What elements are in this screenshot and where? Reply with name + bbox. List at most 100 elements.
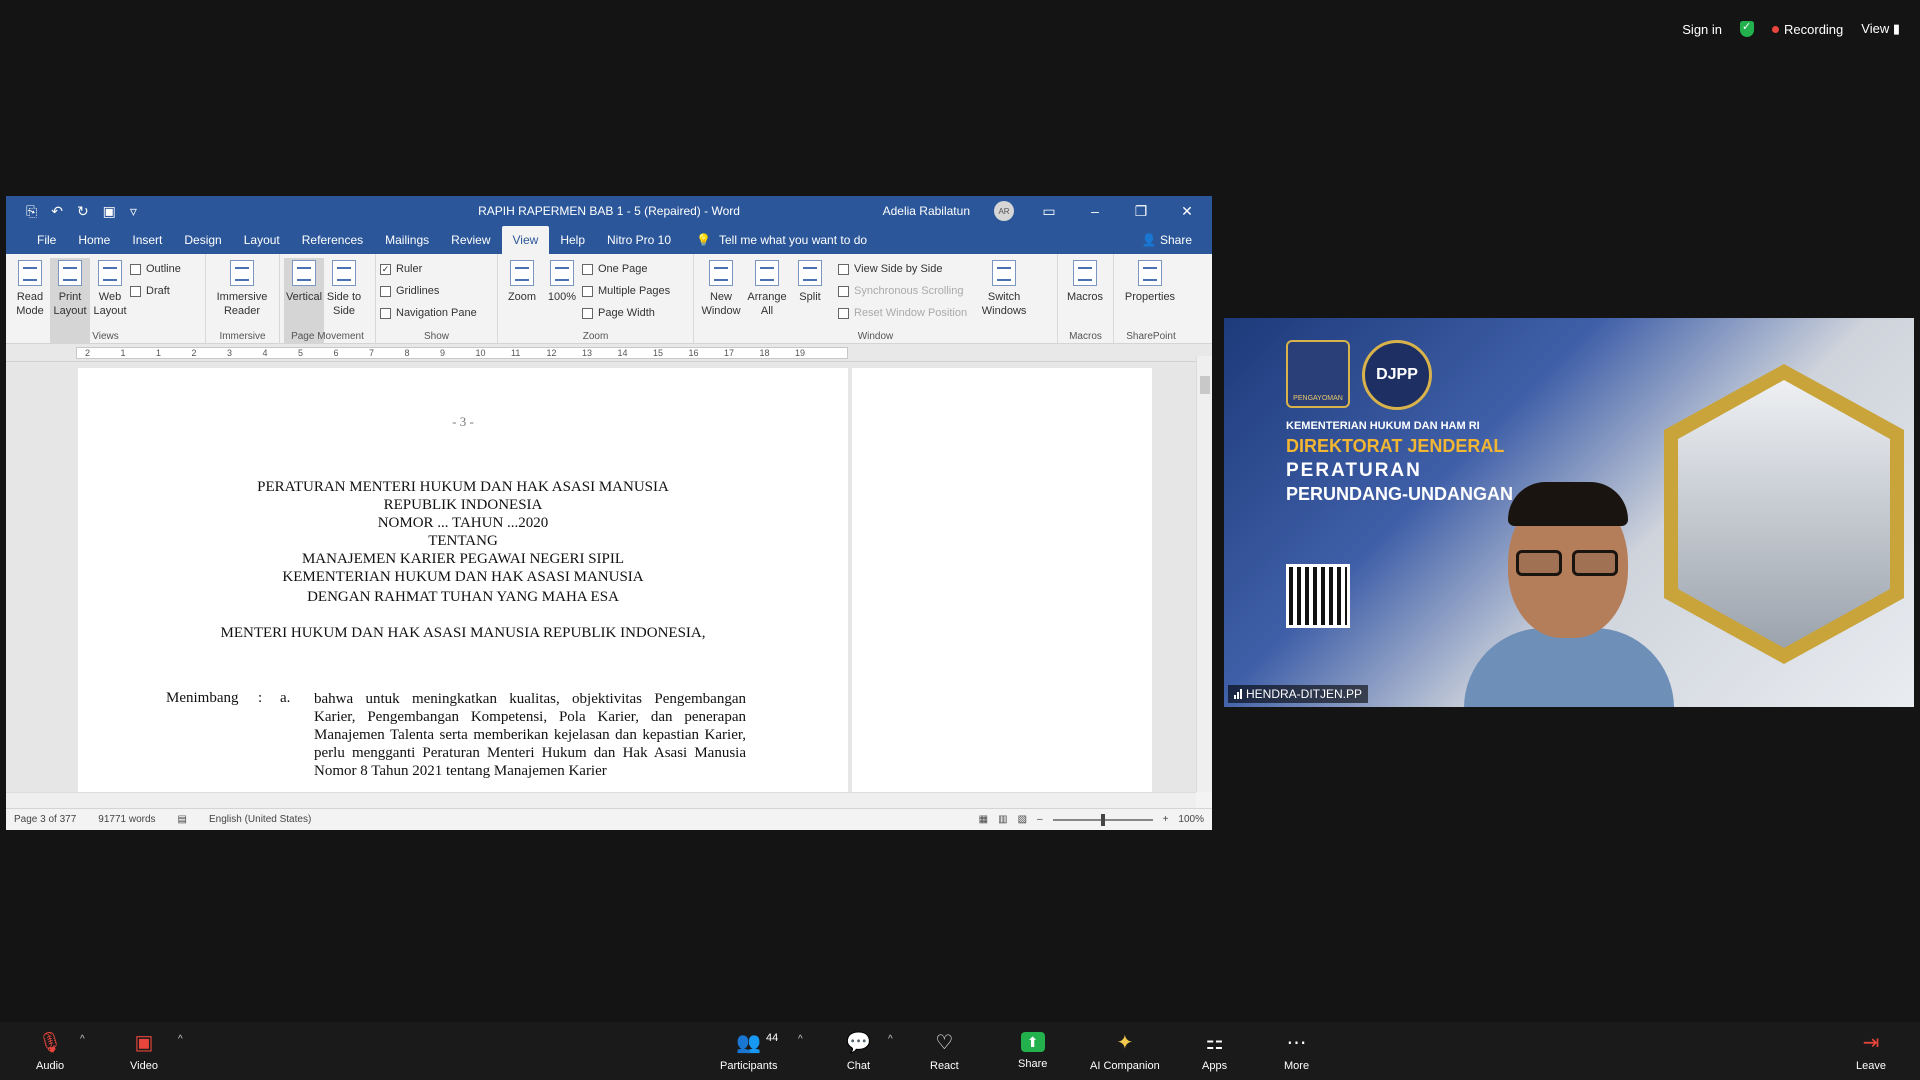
ai-companion-button[interactable]: ✦ AI Companion <box>1090 1032 1160 1072</box>
share-screen-label: Share <box>1018 1058 1048 1070</box>
zoom-label: Zoom <box>507 291 537 303</box>
video-options-chevron-icon[interactable]: ^ <box>178 1034 183 1045</box>
tab-mailings[interactable]: Mailings <box>374 226 440 254</box>
user-name[interactable]: Adelia Rabilatun <box>883 204 970 218</box>
word-count[interactable]: 91771 words <box>98 814 155 825</box>
horizontal-ruler[interactable]: 2 1 1 2 3 4 5 6 7 8 9 10 11 12 13 14 15 16 17 18 19 <box>6 344 1212 362</box>
tab-insert[interactable]: Insert <box>121 226 173 254</box>
ribbon-display-icon[interactable]: ▭ <box>1038 203 1060 220</box>
proofing-icon[interactable]: ▤ <box>178 814 187 825</box>
participants-chevron-icon[interactable]: ^ <box>798 1034 803 1045</box>
tab-references[interactable]: References <box>291 226 374 254</box>
customize-qat-icon[interactable]: ▿ <box>130 203 137 220</box>
page-width-button[interactable]: Page Width <box>582 305 670 321</box>
horizontal-scrollbar[interactable] <box>6 792 1196 808</box>
synchronous-scrolling-button[interactable]: Synchronous Scrolling <box>838 283 967 299</box>
draft-button[interactable]: Draft <box>130 283 181 299</box>
audio-button[interactable]: 🎙 Audio <box>36 1032 64 1072</box>
view-side-by-side-button[interactable]: View Side by Side <box>838 261 967 277</box>
new-window-icon <box>709 260 733 286</box>
ruler-number: 10 <box>475 348 486 358</box>
regulation-heading: PERATURAN MENTERI HUKUM DAN HAK ASASI MA… <box>78 478 848 586</box>
multiple-pages-button[interactable]: Multiple Pages <box>582 283 670 299</box>
navigation-pane-checkbox[interactable]: Navigation Pane <box>380 305 477 321</box>
next-page-preview <box>852 368 1152 792</box>
web-layout-view-icon[interactable]: ▧ <box>1018 814 1027 825</box>
language[interactable]: English (United States) <box>209 814 311 825</box>
person-body <box>1464 628 1674 707</box>
restore-icon[interactable]: ❐ <box>1130 203 1152 220</box>
heart-icon: ♡ <box>935 1032 954 1054</box>
zoom-slider[interactable] <box>1052 813 1153 826</box>
zoom-percent[interactable]: 100% <box>1178 814 1204 825</box>
person-hair <box>1508 482 1628 526</box>
gridlines-checkbox[interactable]: Gridlines <box>380 283 477 299</box>
ruler-number: 2 <box>191 348 197 358</box>
minimize-icon[interactable]: – <box>1084 203 1106 219</box>
word-title-bar: ⎘ ↶ ↻ ▣ ▿ RAPIH RAPERMEN BAB 1 - 5 (Repa… <box>6 196 1212 226</box>
nav-label: Navigation Pane <box>396 307 477 319</box>
tab-nitro[interactable]: Nitro Pro 10 <box>596 226 682 254</box>
share-screen-button[interactable]: ⬆ Share <box>1018 1032 1047 1070</box>
security-shield-icon[interactable] <box>1740 20 1755 37</box>
vertical-scrollbar[interactable] <box>1196 356 1212 792</box>
sync-label: Synchronous Scrolling <box>854 285 964 297</box>
group-page-movement: Vertical Side to Side Page Movement <box>280 254 376 344</box>
document-area[interactable]: - 3 - PERATURAN MENTERI HUKUM DAN HAK AS… <box>6 362 1196 792</box>
page-count[interactable]: Page 3 of 377 <box>14 814 76 825</box>
reset-label: Reset Window Position <box>854 307 968 319</box>
chat-button[interactable]: 💬 Chat <box>846 1032 871 1072</box>
save-icon[interactable]: ▣ <box>103 203 116 220</box>
tab-home[interactable]: Home <box>67 226 121 254</box>
zoom-slider-thumb[interactable] <box>1100 813 1105 826</box>
new-window-label: New Window <box>701 291 741 317</box>
chat-chevron-icon[interactable]: ^ <box>888 1034 893 1045</box>
participants-count: 44 <box>766 1032 779 1044</box>
outline-button[interactable]: Outline <box>130 261 181 277</box>
sign-in-link[interactable]: Sign in <box>1682 22 1722 37</box>
user-avatar[interactable]: AR <box>994 201 1014 221</box>
group-immersive: Immersive Reader Immersive <box>206 254 280 344</box>
redo-icon[interactable]: ↻ <box>77 203 89 220</box>
video-button[interactable]: ▣ Video <box>130 1032 158 1072</box>
autosave-icon[interactable]: ⎘ <box>26 203 37 220</box>
ruler-checkbox[interactable]: ✓ Ruler <box>380 261 477 277</box>
tab-design[interactable]: Design <box>173 226 232 254</box>
heading-line: KEMENTERIAN HUKUM DAN HAK ASASI MANUSIA <box>282 569 644 585</box>
participants-icon: 👥 <box>736 1032 762 1054</box>
react-button[interactable]: ♡ React <box>930 1032 959 1072</box>
document-page[interactable]: - 3 - PERATURAN MENTERI HUKUM DAN HAK AS… <box>78 368 848 792</box>
ruler-strip: 2 1 1 2 3 4 5 6 7 8 9 10 11 12 13 14 15 16 17 18 19 <box>76 347 848 359</box>
rahmat-line: DENGAN RAHMAT TUHAN YANG MAHA ESA <box>307 589 619 605</box>
vertical-scroll-thumb[interactable] <box>1200 376 1210 394</box>
more-button[interactable]: ⋯ More <box>1284 1032 1309 1072</box>
apps-button[interactable]: ⚏ Apps <box>1202 1032 1227 1072</box>
view-button[interactable]: View ▮ <box>1861 21 1900 37</box>
recording-indicator[interactable]: Recording <box>1772 22 1843 37</box>
tab-view[interactable]: View <box>501 226 550 254</box>
properties-label: Properties <box>1124 291 1176 303</box>
leave-button[interactable]: ⇥ Leave <box>1856 1032 1886 1072</box>
tab-layout[interactable]: Layout <box>233 226 291 254</box>
web-layout-label: Web Layout <box>93 291 127 317</box>
close-icon[interactable]: ✕ <box>1176 203 1198 220</box>
tab-file[interactable]: File <box>26 226 67 254</box>
share-button[interactable]: 👤 Share <box>1142 233 1212 247</box>
macros-label: Macros <box>1066 291 1104 303</box>
tab-help[interactable]: Help <box>549 226 596 254</box>
zoom-out-icon[interactable]: – <box>1037 814 1043 825</box>
participants-label: Participants <box>720 1060 778 1072</box>
reset-window-position-button[interactable]: Reset Window Position <box>838 305 967 321</box>
tab-review[interactable]: Review <box>440 226 501 254</box>
gridlines-check-icon <box>380 285 391 297</box>
print-layout-view-icon[interactable]: ▥ <box>998 814 1007 825</box>
participant-video-tile[interactable]: PENGAYOMAN DJPP KEMENTERIAN HUKUM DAN HA… <box>1224 318 1914 707</box>
menimbang-letter: a. <box>280 690 291 706</box>
read-mode-view-icon[interactable]: ▦ <box>979 814 988 825</box>
djpp-logo: DJPP <box>1362 340 1432 410</box>
undo-icon[interactable]: ↶ <box>51 203 63 220</box>
zoom-in-icon[interactable]: + <box>1163 814 1169 825</box>
audio-options-chevron-icon[interactable]: ^ <box>80 1034 85 1045</box>
one-page-button[interactable]: One Page <box>582 261 670 277</box>
tell-me-search[interactable]: 💡 Tell me what you want to do <box>696 233 867 247</box>
